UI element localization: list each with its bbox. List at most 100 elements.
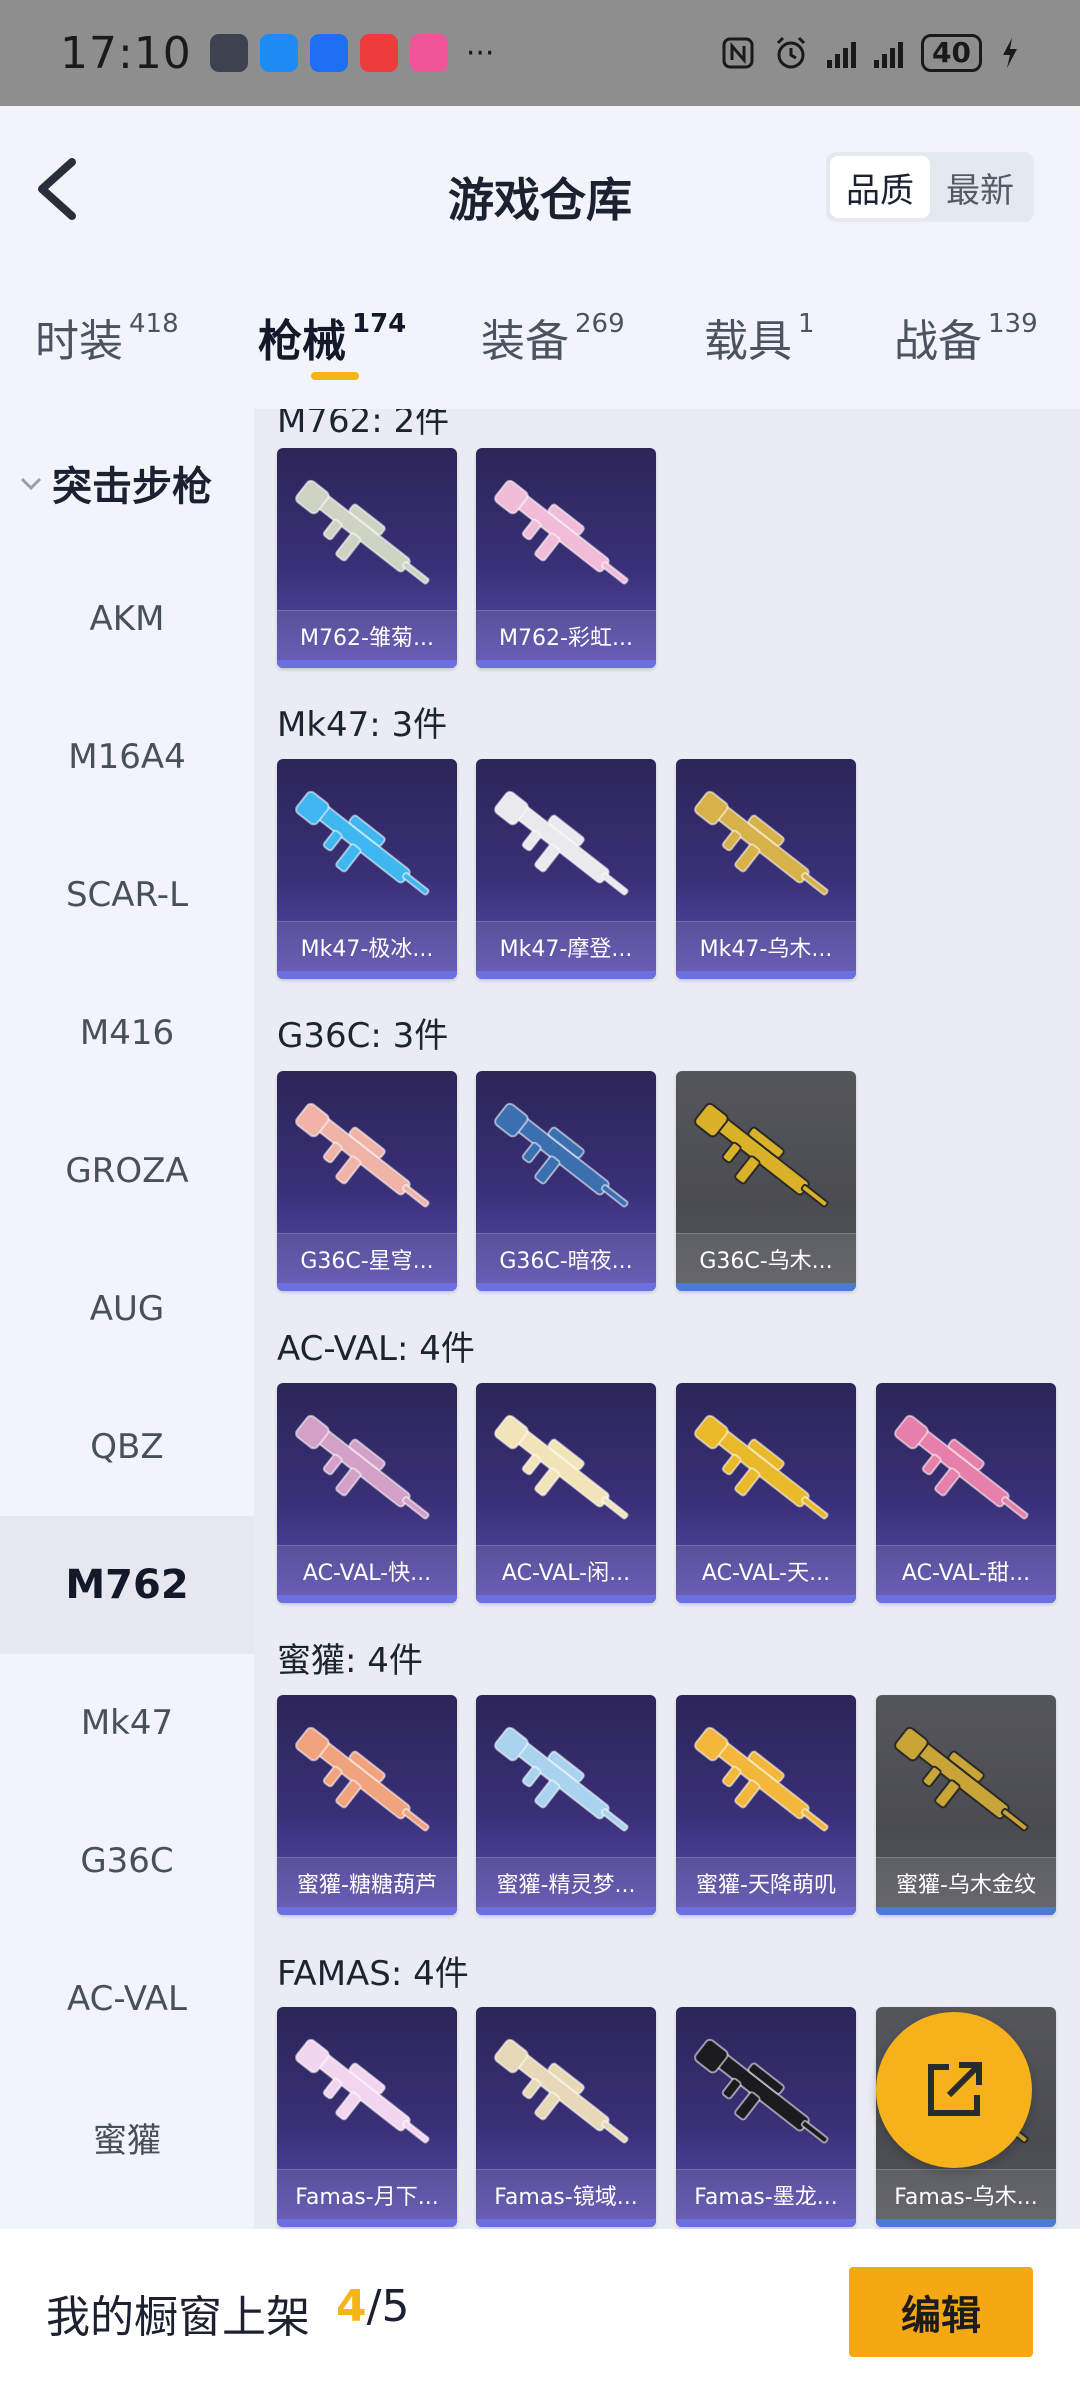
- weapon-skin-icon: [494, 1726, 629, 1832]
- rarity-bar: [476, 971, 656, 979]
- weapon-skin-card[interactable]: Famas-月下...: [277, 2007, 457, 2227]
- sidebar-item-honey-badger[interactable]: 蜜獾: [0, 2068, 254, 2206]
- sidebar-group-label: 突击步枪: [52, 464, 212, 510]
- tab-weapons[interactable]: 枪械 174: [258, 305, 406, 369]
- rarity-bar: [476, 2219, 656, 2227]
- weapon-skin-card[interactable]: G36C-暗夜...: [476, 1071, 656, 1291]
- rarity-bar: [676, 1907, 856, 1915]
- weapon-skin-icon: [295, 479, 430, 585]
- sidebar-item-groza[interactable]: GROZA: [0, 1102, 254, 1240]
- sidebar-item-qbz[interactable]: QBZ: [0, 1378, 254, 1516]
- weapon-skin-card[interactable]: G36C-乌木...: [676, 1071, 856, 1291]
- more-notifications-icon: ···: [465, 35, 495, 71]
- sidebar-item-akm[interactable]: AKM: [0, 550, 254, 688]
- rarity-bar: [277, 660, 457, 668]
- weapon-skin-icon: [494, 790, 629, 896]
- weapon-skin-name: G36C-星穹...: [277, 1233, 457, 1283]
- weapon-skin-card[interactable]: AC-VAL-甜...: [876, 1383, 1056, 1603]
- weapon-skin-name: Mk47-乌木...: [676, 921, 856, 971]
- sidebar-item-m762[interactable]: M762: [0, 1516, 254, 1654]
- sidebar-item-aug[interactable]: AUG: [0, 1240, 254, 1378]
- showcase-total: /5: [366, 2281, 410, 2332]
- status-time: 17:10: [60, 27, 192, 79]
- section-title: AC-VAL: 4件: [277, 1329, 475, 1369]
- weapon-skin-card[interactable]: Famas-墨龙...: [676, 2007, 856, 2227]
- tab-count: 174: [352, 309, 407, 339]
- weapon-skin-card[interactable]: 蜜獾-乌木金纹: [876, 1695, 1056, 1915]
- tab-label: 时装: [35, 316, 123, 367]
- weapon-skin-icon: [494, 2038, 629, 2144]
- weapon-skin-icon: [894, 1414, 1029, 1520]
- tab-equipment[interactable]: 装备 269: [481, 305, 625, 369]
- weapon-skin-name: G36C-暗夜...: [476, 1233, 656, 1283]
- section-title: M762: 2件: [277, 409, 450, 441]
- sidebar-item-g36c[interactable]: G36C: [0, 1792, 254, 1930]
- weapon-skin-list: M762: 2件 M762-雏菊... M762-彩虹... Mk47: 3件 Mk47…: [254, 409, 1080, 2229]
- weapon-skin-card[interactable]: 蜜獾-天降萌叽: [676, 1695, 856, 1915]
- sort-quality-button[interactable]: 品质: [830, 156, 930, 218]
- weapon-skin-name: Famas-乌木...: [876, 2169, 1056, 2219]
- rarity-bar: [876, 2219, 1056, 2227]
- rarity-bar: [277, 971, 457, 979]
- weapon-skin-icon: [295, 2038, 430, 2144]
- rarity-bar: [676, 2219, 856, 2227]
- alarm-icon: [776, 36, 806, 69]
- weapon-skin-card[interactable]: G36C-星穹...: [277, 1071, 457, 1291]
- weapon-skin-icon: [295, 1726, 430, 1832]
- weapon-skin-card[interactable]: Famas-镜域...: [476, 2007, 656, 2227]
- share-button[interactable]: [876, 2012, 1032, 2168]
- weapon-skin-name: AC-VAL-甜...: [876, 1545, 1056, 1595]
- weapon-skin-card[interactable]: Mk47-摩登...: [476, 759, 656, 979]
- weapon-skin-name: 蜜獾-精灵梦...: [476, 1857, 656, 1907]
- weapon-skin-name: 蜜獾-乌木金纹: [876, 1857, 1056, 1907]
- tab-label: 装备: [481, 316, 569, 367]
- sidebar-item-m16a4[interactable]: M16A4: [0, 688, 254, 826]
- rarity-bar: [876, 1907, 1056, 1915]
- sidebar-item-m416[interactable]: M416: [0, 964, 254, 1102]
- category-tabs: 时装 418 枪械 174 装备 269 载具 1 战备 139: [0, 271, 1080, 409]
- tab-outfits[interactable]: 时装 418: [35, 305, 179, 369]
- weapon-skin-card[interactable]: Mk47-乌木...: [676, 759, 856, 979]
- weapon-skin-card[interactable]: AC-VAL-天...: [676, 1383, 856, 1603]
- tab-count: 139: [988, 309, 1038, 339]
- sort-toggle: 品质 最新: [826, 152, 1034, 222]
- weapon-skin-card[interactable]: 蜜獾-糖糖葫芦: [277, 1695, 457, 1915]
- section-title: FAMAS: 4件: [277, 1954, 469, 1994]
- signal-icon-2: [874, 38, 904, 68]
- weapon-skin-card[interactable]: AC-VAL-快...: [277, 1383, 457, 1603]
- weapon-skin-name: Famas-墨龙...: [676, 2169, 856, 2219]
- section-title: G36C: 3件: [277, 1016, 449, 1056]
- rarity-bar: [277, 1907, 457, 1915]
- sidebar-item-mk47[interactable]: Mk47: [0, 1654, 254, 1792]
- tab-label: 战备: [894, 316, 982, 367]
- weapon-skin-card[interactable]: 蜜獾-精灵梦...: [476, 1695, 656, 1915]
- weapon-skin-icon: [494, 1414, 629, 1520]
- sidebar-item-scar-l[interactable]: SCAR-L: [0, 826, 254, 964]
- weapon-skin-icon: [494, 1102, 629, 1208]
- tab-count: 1: [798, 309, 815, 339]
- sidebar-group-assault-rifles[interactable]: 突击步枪: [18, 454, 212, 512]
- rarity-bar: [676, 1283, 856, 1291]
- showcase-label: 我的橱窗上架: [46, 2292, 310, 2343]
- weapon-skin-card[interactable]: M762-雏菊...: [277, 448, 457, 668]
- weapon-skin-name: G36C-乌木...: [676, 1233, 856, 1283]
- sidebar-item-ac-val[interactable]: AC-VAL: [0, 1930, 254, 2068]
- weapon-skin-card[interactable]: Mk47-极冰...: [277, 759, 457, 979]
- tab-supplies[interactable]: 战备 139: [894, 305, 1038, 369]
- rarity-bar: [277, 1595, 457, 1603]
- signal-icon-1: [827, 38, 857, 68]
- showcase-current: 4: [336, 2281, 367, 2332]
- rarity-bar: [277, 1283, 457, 1291]
- battery-icon: 40: [921, 34, 982, 72]
- weapon-skin-icon: [494, 479, 629, 585]
- tab-vehicles[interactable]: 载具 1: [704, 305, 815, 369]
- weapon-skin-card[interactable]: M762-彩虹...: [476, 448, 656, 668]
- weapon-skin-icon: [295, 790, 430, 896]
- active-tab-indicator: [311, 372, 359, 380]
- weapon-skin-card[interactable]: AC-VAL-闲...: [476, 1383, 656, 1603]
- pink-app-icon: [409, 34, 448, 72]
- sort-latest-button[interactable]: 最新: [930, 156, 1030, 218]
- edit-button[interactable]: 编辑: [849, 2267, 1033, 2357]
- rarity-bar: [476, 1283, 656, 1291]
- weapon-skin-icon: [694, 1414, 829, 1520]
